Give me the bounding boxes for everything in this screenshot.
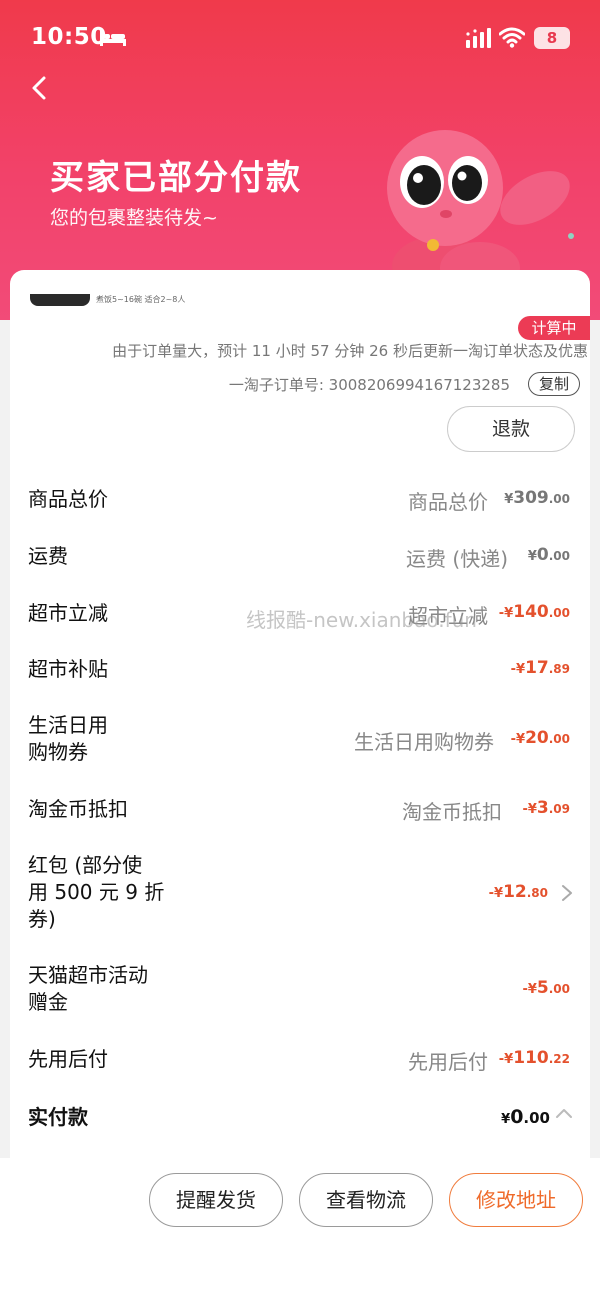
watermark: 线报酷-new.xianbao.fun: [246, 608, 477, 632]
status-time: 10:50: [31, 24, 107, 50]
total-paid-amount: ¥0.00: [501, 1106, 550, 1128]
mascot-illustration: [387, 130, 574, 288]
bed-icon: [100, 30, 126, 46]
wifi-icon: [499, 27, 525, 48]
product-spec-caption: 煮饭5~16碗 适合2~8人: [96, 295, 186, 304]
row-desc: 生活日用购物券: [354, 730, 494, 754]
order-detail-card: 煮饭5~16碗 适合2~8人 计算中 由于订单量大，预计 11 小时 57 分钟…: [10, 270, 590, 1158]
row-label: 超市补贴: [28, 657, 108, 681]
row-amount: -¥20.00: [510, 728, 570, 748]
row-label: 运费: [28, 544, 68, 568]
row-amount: -¥12.80: [488, 882, 548, 902]
total-paid-label: 实付款: [28, 1105, 88, 1129]
row-amount: -¥17.89: [510, 658, 570, 678]
modify-address-button[interactable]: 修改地址: [449, 1173, 583, 1227]
row-desc: 商品总价: [408, 490, 488, 514]
status-bar: 10:50 8: [0, 0, 600, 76]
row-label: 生活日用 购物券: [28, 713, 108, 764]
remind-shipping-button[interactable]: 提醒发货: [149, 1173, 283, 1227]
view-logistics-button[interactable]: 查看物流: [299, 1173, 433, 1227]
row-label: 红包 (部分使 用 500 元 9 折 券): [28, 853, 165, 931]
back-button[interactable]: [26, 74, 54, 102]
sub-order-number: 一淘子订单号: 3008206994167123285: [228, 376, 510, 394]
row-amount: -¥110.22: [498, 1048, 570, 1068]
row-desc: 淘金币抵扣: [402, 800, 502, 824]
row-label: 天猫超市活动 赠金: [28, 963, 148, 1014]
row-label: 超市立减: [28, 601, 108, 625]
row-label: 先用后付: [28, 1047, 108, 1071]
update-notice: 由于订单量大，预计 11 小时 57 分钟 26 秒后更新一淘订单状态及优惠: [112, 342, 588, 360]
chevron-up-icon[interactable]: [554, 1106, 574, 1120]
row-label: 商品总价: [28, 487, 108, 511]
row-amount: ¥309.00: [504, 488, 570, 508]
row-amount: -¥3.09: [522, 798, 570, 818]
battery-badge: 8: [534, 27, 570, 49]
refund-button[interactable]: 退款: [447, 406, 575, 452]
row-amount: -¥140.00: [498, 602, 570, 622]
cellular-signal-icon: [466, 28, 491, 48]
row-amount: ¥0.00: [527, 545, 570, 565]
order-status-subtitle: 您的包裹整装待发~: [50, 207, 218, 229]
row-label: 淘金币抵扣: [28, 797, 128, 821]
chevron-right-icon[interactable]: [560, 883, 574, 903]
calculating-badge: 计算中: [518, 316, 590, 340]
order-status-title: 买家已部分付款: [50, 158, 302, 198]
bottom-action-bar: 提醒发货 查看物流 修改地址: [0, 1158, 600, 1298]
product-thumbnail[interactable]: [30, 294, 90, 306]
row-desc: 运费 (快递): [406, 547, 508, 571]
copy-button[interactable]: 复制: [528, 372, 580, 396]
row-desc: 先用后付: [408, 1050, 488, 1074]
row-amount: -¥5.00: [522, 978, 570, 998]
